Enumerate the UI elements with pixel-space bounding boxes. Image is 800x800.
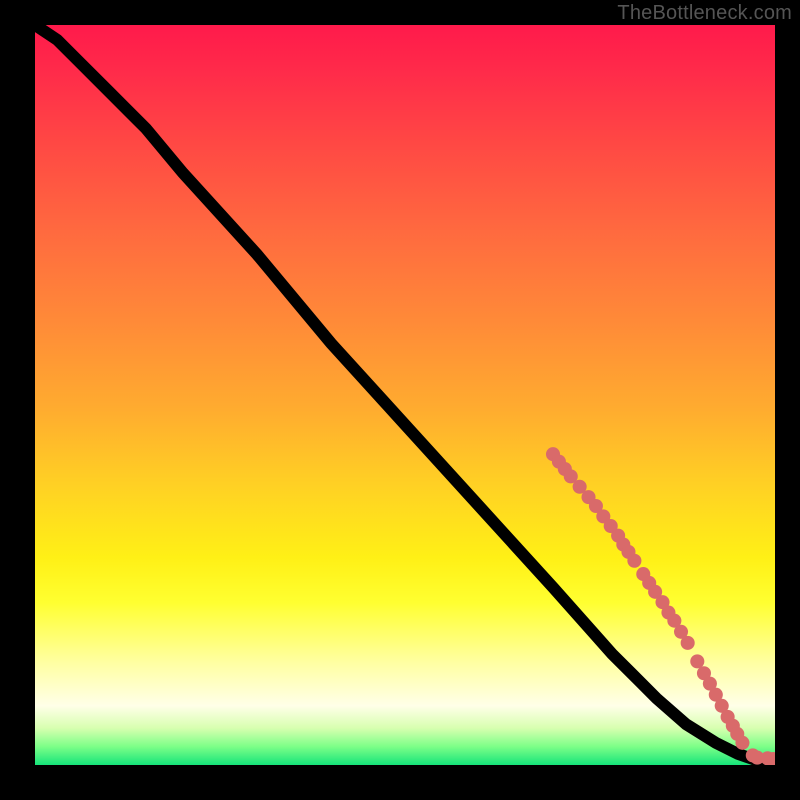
data-point — [690, 654, 704, 668]
data-point — [627, 554, 641, 568]
bottleneck-curve — [35, 25, 775, 764]
chart-frame: TheBottleneck.com — [0, 0, 800, 800]
data-point — [735, 736, 749, 750]
data-points-group — [546, 447, 775, 765]
chart-overlay-svg — [35, 25, 775, 765]
data-point — [681, 636, 695, 650]
plot-area — [35, 25, 775, 765]
watermark-text: TheBottleneck.com — [617, 2, 792, 25]
